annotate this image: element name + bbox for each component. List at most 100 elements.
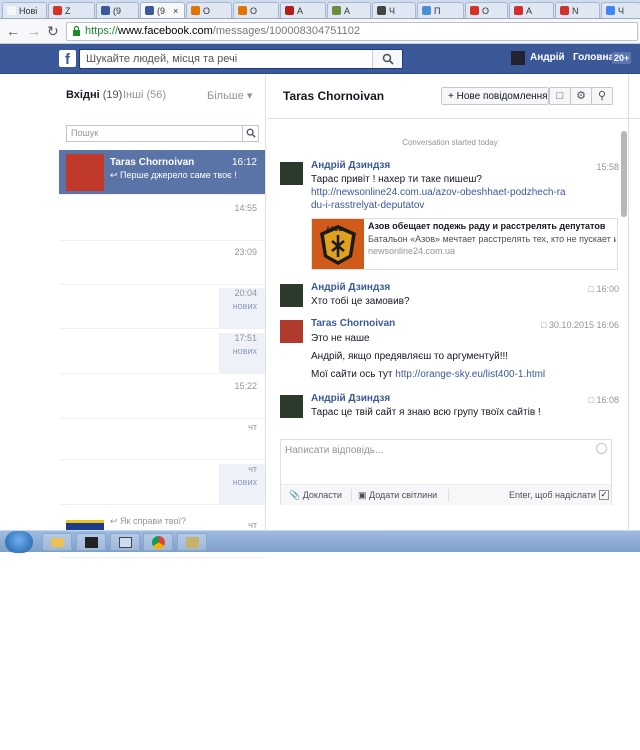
- browser-tab[interactable]: (9 ×: [140, 2, 185, 18]
- message-text: Андрій, якщо предявляєш то аргументуй!!!: [311, 351, 509, 362]
- message-text: Тарас це твій сайт я знаю всю групу твої…: [311, 407, 541, 418]
- browser-tab[interactable]: Нові: [2, 2, 47, 18]
- thread-item[interactable]: 20:04 нових: [59, 284, 265, 329]
- thread-item[interactable]: 14:55: [59, 196, 265, 241]
- tab-label: А: [344, 6, 351, 16]
- sender-name[interactable]: Андрій Дзиндзя: [311, 393, 390, 404]
- tab-favicon-icon: [53, 6, 62, 15]
- attach-button[interactable]: 📎 Докласти: [289, 490, 342, 501]
- thread-item[interactable]: чт нових: [59, 460, 265, 505]
- reply-box[interactable]: Написати відповідь... 📎 Докласти ▣ Додат…: [280, 439, 612, 505]
- thread-item[interactable]: 17:51 нових: [59, 329, 265, 374]
- console-taskbar-icon[interactable]: [76, 533, 106, 551]
- browser-tab[interactable]: А: [509, 2, 554, 18]
- thread-item[interactable]: 15:22: [59, 374, 265, 419]
- profile-link[interactable]: Андрій: [530, 52, 565, 63]
- enter-to-send-checkbox[interactable]: ✓: [599, 490, 609, 500]
- sender-avatar[interactable]: [280, 320, 303, 343]
- user-avatar[interactable]: [511, 51, 525, 65]
- browser-tab[interactable]: О: [186, 2, 232, 18]
- thread-new-count: нових: [232, 346, 257, 356]
- message-link[interactable]: http://orange-sky.eu/list400-1.html: [395, 369, 545, 380]
- tab-label: А: [526, 6, 533, 16]
- browser-tab[interactable]: Ч: [601, 2, 640, 18]
- thread-item[interactable]: Taras Chornoivan 16:12 ↩ Перше джерело сам…: [59, 150, 265, 195]
- tab-favicon-icon: [470, 6, 479, 15]
- add-photos-button[interactable]: ▣ Додати світлини: [358, 490, 437, 501]
- message-link[interactable]: http://newsonline24.com.ua/azov-obeshhae…: [311, 186, 571, 212]
- reload-icon[interactable]: ↻: [47, 23, 59, 39]
- browser-tab[interactable]: О: [233, 2, 279, 18]
- browser-tab[interactable]: N: [555, 2, 600, 18]
- address-bar[interactable]: https://www.facebook.com/messages/100008…: [66, 22, 638, 41]
- facebook-search-input[interactable]: Шукайте людей, місця та речі: [79, 49, 403, 69]
- browser-tab[interactable]: О: [465, 2, 508, 18]
- app-taskbar-icon[interactable]: [177, 533, 207, 551]
- new-message-button[interactable]: + Нове повідомлення: [441, 87, 549, 105]
- browser-tab[interactable]: А: [327, 2, 371, 18]
- thread-time: 17:51: [234, 333, 257, 343]
- sender-name[interactable]: Андрій Дзиндзя: [311, 160, 390, 171]
- tab-favicon-icon: [101, 6, 110, 15]
- browser-toolbar: ← → ↻ https://www.facebook.com/messages/…: [0, 19, 640, 44]
- gear-icon: ⚙: [576, 90, 586, 102]
- tab-others[interactable]: Інші (56): [123, 89, 166, 101]
- sender-avatar[interactable]: [280, 284, 303, 307]
- home-badge: 20+: [612, 52, 632, 64]
- tab-close-icon[interactable]: ×: [173, 6, 178, 16]
- sender-name[interactable]: Taras Chornoivan: [311, 318, 395, 329]
- tab-label: (9: [157, 6, 166, 16]
- more-dropdown[interactable]: Більше ▾: [207, 89, 252, 102]
- emoji-icon[interactable]: [596, 443, 607, 454]
- enter-to-send-label: Enter, щоб надіслати: [509, 490, 596, 500]
- tab-favicon-icon: [191, 6, 200, 15]
- browser-tab[interactable]: Ч: [372, 2, 416, 18]
- search-icon: ⚲: [597, 90, 607, 102]
- thread-snippet: ↩ Як справи твої?: [110, 516, 186, 526]
- thread-search-button[interactable]: [242, 126, 258, 141]
- video-camera-icon: □: [556, 90, 564, 102]
- browser-tab[interactable]: А: [280, 2, 326, 18]
- sender-name[interactable]: Андрій Дзиндзя: [311, 282, 390, 293]
- windows-start-icon[interactable]: [5, 531, 33, 553]
- browser-tab[interactable]: П: [417, 2, 464, 18]
- forward-arrow-icon[interactable]: →: [27, 23, 41, 39]
- window-taskbar-icon[interactable]: [110, 533, 140, 551]
- tab-label: Z: [65, 6, 71, 16]
- thread-time: 14:55: [234, 203, 257, 213]
- settings-button[interactable]: ⚙: [570, 87, 592, 105]
- thread-search-input[interactable]: Пошук: [66, 125, 259, 142]
- search-button[interactable]: [372, 50, 402, 68]
- preview-title[interactable]: Азов обещает подежь раду и расстрелять д…: [368, 221, 616, 231]
- sender-avatar[interactable]: [280, 162, 303, 185]
- tab-favicon-icon: [332, 6, 341, 15]
- url-text: https://www.facebook.com/messages/100008…: [85, 25, 360, 37]
- chrome-taskbar-icon[interactable]: [143, 533, 173, 551]
- tab-inbox[interactable]: Вхідні (19): [66, 89, 122, 101]
- conversation-search-button[interactable]: ⚲: [591, 87, 613, 105]
- browser-tab[interactable]: Z: [48, 2, 95, 18]
- video-call-button[interactable]: □: [549, 87, 571, 105]
- tab-favicon-icon: [238, 6, 247, 15]
- browser-tab-strip: Нові Z (9 (9 × О О А А Ч П О А N Ч: [0, 0, 640, 19]
- conversation-title: Taras Chornoivan: [283, 89, 385, 103]
- conversation-started-label: Conversation started today: [402, 138, 498, 147]
- thread-item[interactable]: 23:09: [59, 240, 265, 285]
- sender-avatar[interactable]: [280, 395, 303, 418]
- thread-new-count: нових: [232, 477, 257, 487]
- message-scrollbar[interactable]: [621, 131, 627, 217]
- explorer-taskbar-icon[interactable]: [42, 533, 72, 551]
- thread-avatar: [66, 154, 104, 191]
- home-link[interactable]: Головна: [573, 52, 614, 63]
- thread-item[interactable]: чт: [59, 415, 265, 460]
- browser-tab[interactable]: (9: [96, 2, 139, 18]
- thread-name: Taras Chornoivan: [110, 157, 195, 168]
- facebook-logo-icon[interactable]: f: [59, 50, 76, 68]
- paperclip-icon: 📎: [289, 490, 303, 500]
- back-arrow-icon[interactable]: ←: [6, 23, 20, 39]
- windows-taskbar: [0, 530, 640, 553]
- link-preview-card[interactable]: АЗОВ Азов обещает подежь раду и расстрел…: [311, 218, 618, 270]
- tab-favicon-icon: [514, 6, 523, 15]
- message-text: Тарас привіт ! нахер ти таке пишеш?: [311, 174, 482, 185]
- seen-icon: □: [540, 320, 549, 330]
